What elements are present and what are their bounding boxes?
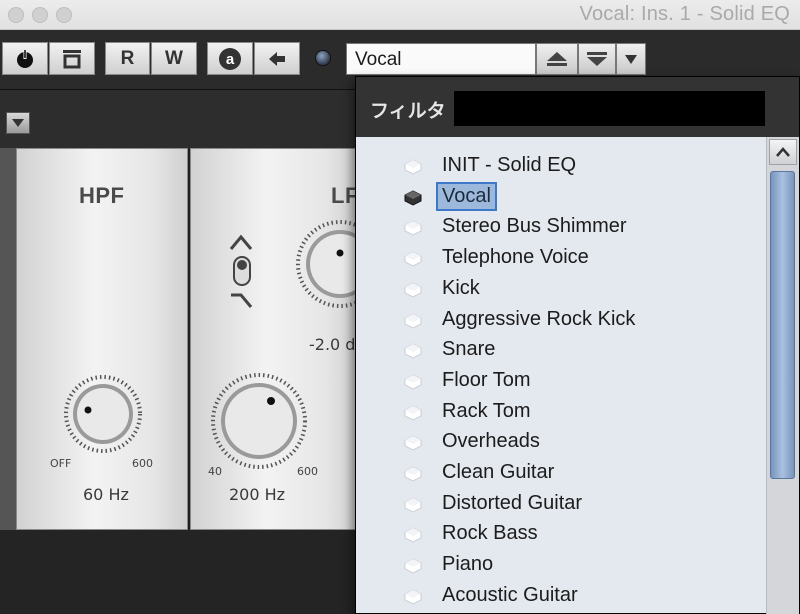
preset-list-item-label: Stereo Bus Shimmer xyxy=(442,215,627,238)
preset-icon xyxy=(404,220,422,236)
preset-list: INIT - Solid EQ Vocal Stereo Bus Shimmer Te… xyxy=(356,137,766,614)
plugin-options-button[interactable] xyxy=(6,112,30,134)
hpf-section: HPF OFF 600 60 Hz xyxy=(16,148,188,530)
preset-name-field[interactable]: Vocal xyxy=(346,43,536,75)
lpf-min-label: 40 xyxy=(208,465,222,478)
preset-list-item[interactable]: Floor Tom xyxy=(356,366,766,396)
preset-list-item[interactable]: Vocal xyxy=(356,181,766,212)
next-preset-button[interactable] xyxy=(578,43,616,75)
preset-icon xyxy=(404,466,422,482)
preset-list-item[interactable]: Rock Bass xyxy=(356,519,766,549)
preset-list-item[interactable]: Kick xyxy=(356,274,766,304)
preset-list-item-label: Distorted Guitar xyxy=(442,491,583,514)
preset-icon xyxy=(404,282,422,298)
filter-label: フィルタ xyxy=(370,101,446,122)
arrow-down-icon xyxy=(587,52,607,66)
preset-list-item[interactable]: Rack Tom xyxy=(356,397,766,427)
preset-list-item-label: Aggressive Rock Kick xyxy=(442,307,636,330)
triangle-down-icon xyxy=(12,119,24,127)
preset-list-item[interactable]: Aggressive Rock Kick xyxy=(356,305,766,335)
preset-menu-button[interactable] xyxy=(616,43,646,75)
activity-led-icon xyxy=(315,50,331,66)
hpf-title: HPF xyxy=(79,183,125,208)
lpf-max-label: 600 xyxy=(297,465,318,478)
hpf-max-label: 600 xyxy=(132,457,153,470)
hpf-frequency-value: 60 Hz xyxy=(83,485,129,504)
preset-icon xyxy=(404,497,422,513)
preset-icon xyxy=(404,558,422,574)
title-bar: Vocal: Ins. 1 - Solid EQ xyxy=(0,0,800,30)
filter-input[interactable] xyxy=(454,91,765,126)
preset-list-item-label: Clean Guitar xyxy=(442,461,555,483)
power-icon xyxy=(17,49,33,68)
bypass-button[interactable] xyxy=(49,42,95,75)
preset-icon xyxy=(404,312,422,329)
preset-list-item-label: Piano xyxy=(442,553,494,576)
filter-bar: フィルタ xyxy=(356,77,799,137)
preset-list-item-label: Vocal xyxy=(436,181,497,211)
preset-list-item[interactable]: INIT - Solid EQ xyxy=(356,151,766,181)
copy-settings-button[interactable] xyxy=(254,42,300,75)
preset-list-item-label: Rock Bass xyxy=(442,522,538,545)
previous-preset-button[interactable] xyxy=(536,43,578,75)
preset-list-item-label: Snare xyxy=(442,338,496,361)
window-title: Vocal: Ins. 1 - Solid EQ xyxy=(579,3,790,25)
preset-icon xyxy=(404,589,422,605)
preset-list-item-label: Acoustic Guitar xyxy=(442,583,578,606)
preset-icon xyxy=(404,527,422,543)
scroll-up-button[interactable] xyxy=(769,139,797,165)
preset-list-item[interactable]: Piano xyxy=(356,550,766,580)
lpf-frequency-value: 200 Hz xyxy=(229,485,286,504)
arrow-up-icon xyxy=(547,52,567,66)
preset-list-item[interactable]: Overheads xyxy=(356,427,766,457)
plugin-left-edge xyxy=(0,148,16,530)
preset-dropdown: フィルタ INIT - Solid EQ Vocal Stereo Bus Shim… xyxy=(355,76,800,614)
chevron-up-icon xyxy=(776,147,790,157)
preset-scrollbar[interactable] xyxy=(766,137,799,614)
preset-icon xyxy=(404,159,422,175)
preset-list-item-label: Overheads xyxy=(442,430,540,453)
minimize-window-button[interactable] xyxy=(32,7,48,23)
hpf-min-label: OFF xyxy=(50,457,72,470)
scroll-thumb[interactable] xyxy=(770,171,795,479)
a-circle-icon: a xyxy=(219,47,241,70)
preset-list-item-label: Floor Tom xyxy=(442,368,531,391)
chevron-down-icon xyxy=(625,55,637,64)
preset-icon xyxy=(404,190,422,206)
preset-list-item-label: INIT - Solid EQ xyxy=(442,154,577,176)
write-automation-button[interactable]: W xyxy=(151,42,197,75)
lpf-frequency-knob[interactable] xyxy=(209,371,309,471)
preset-icon xyxy=(404,405,422,421)
read-automation-button[interactable]: R xyxy=(105,42,150,75)
lpf-slope-switch[interactable] xyxy=(227,227,257,327)
auto-label: a xyxy=(226,51,235,68)
preset-list-item[interactable]: Distorted Guitar xyxy=(356,489,766,519)
power-button[interactable] xyxy=(2,42,48,75)
preset-list-item-label: Rack Tom xyxy=(442,399,531,422)
preset-list-item[interactable]: Stereo Bus Shimmer xyxy=(356,212,766,242)
preset-name: Vocal xyxy=(355,49,402,70)
preset-list-item[interactable]: Snare xyxy=(356,335,766,365)
switch-ab-button[interactable]: a xyxy=(207,42,253,75)
preset-list-item-label: Telephone Voice xyxy=(442,246,589,269)
lpf-section: LF -2.0 d 40 600 200 Hz xyxy=(190,148,384,530)
preset-list-item[interactable]: Telephone Voice xyxy=(356,243,766,273)
arrow-left-icon xyxy=(269,51,285,66)
bypass-icon xyxy=(63,49,81,68)
preset-list-item[interactable]: Acoustic Guitar xyxy=(356,581,766,611)
plugin-footer xyxy=(0,530,356,614)
hpf-frequency-knob[interactable] xyxy=(63,374,143,454)
preset-list-item-label: Kick xyxy=(442,276,480,299)
close-window-button[interactable] xyxy=(8,7,24,23)
preset-icon xyxy=(404,435,422,451)
preset-icon xyxy=(404,251,422,267)
preset-icon xyxy=(404,343,422,359)
preset-list-item[interactable]: Clean Guitar xyxy=(356,458,766,488)
lpf-gain-value: -2.0 d xyxy=(309,335,356,354)
zoom-window-button[interactable] xyxy=(56,7,72,23)
preset-icon xyxy=(404,374,422,390)
